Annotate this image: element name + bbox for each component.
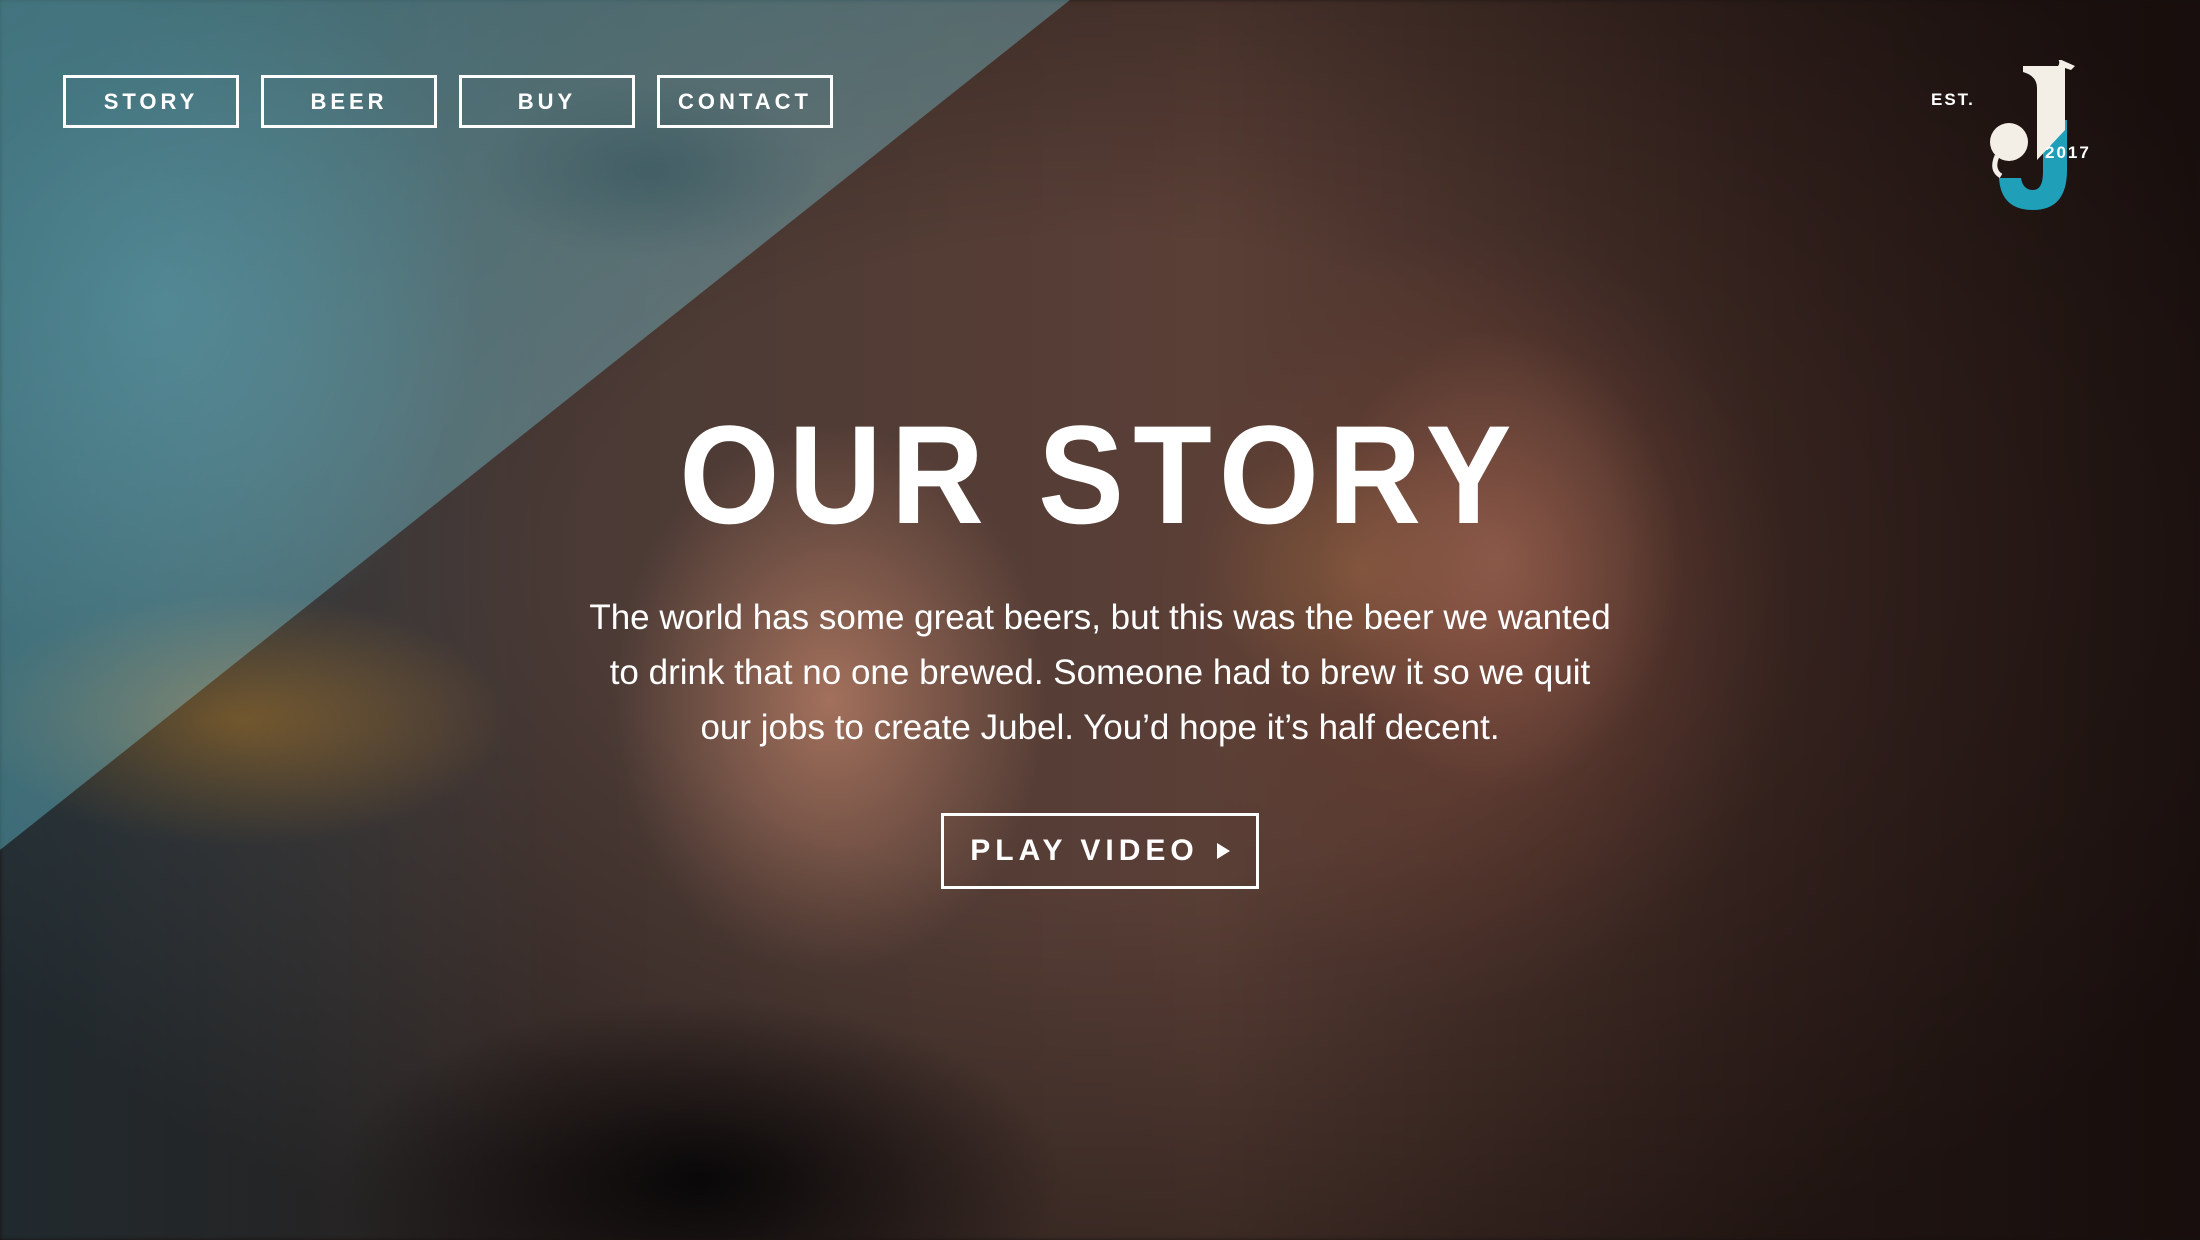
main-nav: STORY BEER BUY CONTACT bbox=[63, 75, 833, 128]
hero-content: OUR STORY The world has some great beers… bbox=[0, 400, 2200, 889]
logo-est-text: EST. bbox=[1931, 90, 1975, 109]
jubel-logo[interactable]: EST. 2017 bbox=[1925, 60, 2095, 210]
logo-year-text: 2017 bbox=[2045, 143, 2091, 162]
hero-section: STORY BEER BUY CONTACT EST. 2017 OUR STO… bbox=[0, 0, 2200, 1240]
play-video-label: PLAY VIDEO bbox=[970, 834, 1199, 867]
nav-beer-button[interactable]: BEER bbox=[261, 75, 437, 128]
nav-buy-button[interactable]: BUY bbox=[459, 75, 635, 128]
jubel-j-logo-icon bbox=[1990, 60, 2075, 210]
nav-story-button[interactable]: STORY bbox=[63, 75, 239, 128]
page-title: OUR STORY bbox=[679, 396, 1521, 553]
play-video-button[interactable]: PLAY VIDEO bbox=[941, 813, 1259, 889]
nav-contact-button[interactable]: CONTACT bbox=[657, 75, 833, 128]
story-paragraph: The world has some great beers, but this… bbox=[589, 598, 1611, 747]
play-icon bbox=[1216, 843, 1230, 859]
